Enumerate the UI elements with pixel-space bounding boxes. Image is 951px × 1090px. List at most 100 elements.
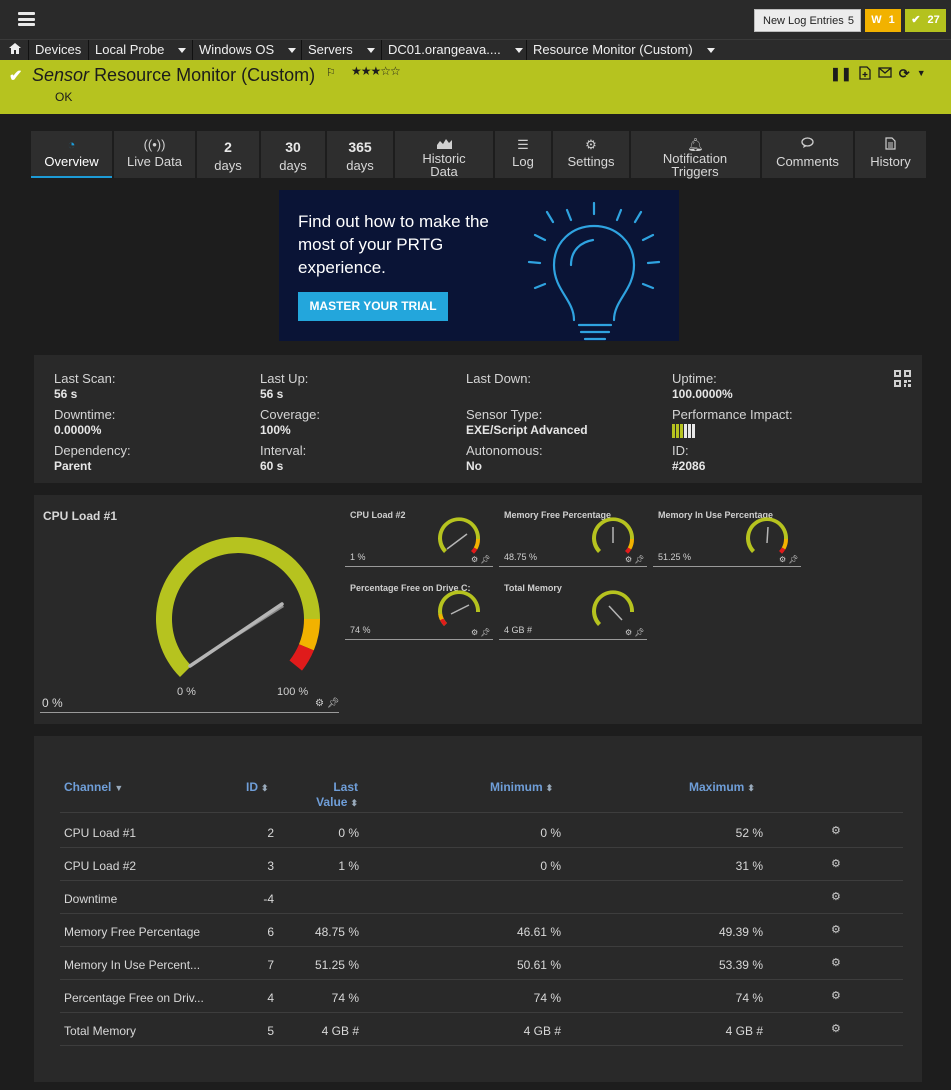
priority-stars[interactable]: ★★★☆☆ bbox=[351, 64, 401, 78]
tab-comments[interactable]: Comments bbox=[762, 131, 853, 178]
cell-channel[interactable]: Memory In Use Percent... bbox=[64, 958, 200, 972]
cell-channel[interactable]: CPU Load #2 bbox=[64, 859, 136, 873]
tab-label: History bbox=[870, 154, 911, 169]
add-to-report-icon[interactable] bbox=[859, 66, 871, 83]
header-label: Maximum bbox=[689, 780, 745, 794]
pause-icon[interactable]: ❚❚ bbox=[830, 66, 852, 83]
cell-channel[interactable]: Percentage Free on Driv... bbox=[64, 991, 204, 1005]
cell-last-value: 4 GB # bbox=[321, 1024, 359, 1038]
cell-channel[interactable]: Downtime bbox=[64, 892, 117, 906]
cell-maximum: 53.39 % bbox=[718, 958, 763, 972]
gear-icon[interactable]: ⚙ bbox=[471, 555, 478, 564]
tab-notification-triggers[interactable]: 🔔︎ Notification Triggers bbox=[631, 131, 760, 178]
column-header-maximum[interactable]: Maximum ⬍ bbox=[689, 780, 755, 794]
big-gauge-max: 100 % bbox=[277, 686, 309, 698]
cell-channel[interactable]: CPU Load #1 bbox=[64, 826, 136, 840]
pin-icon[interactable]: 📌︎ bbox=[480, 628, 490, 637]
autonomous-label: Autonomous: bbox=[466, 443, 543, 458]
tab-overview[interactable]: ◔ Overview bbox=[31, 131, 112, 178]
column-header-id[interactable]: ID ⬍ bbox=[246, 780, 269, 794]
chevron-down-icon[interactable] bbox=[288, 48, 297, 54]
chevron-down-icon[interactable] bbox=[178, 48, 187, 54]
cell-channel[interactable]: Total Memory bbox=[64, 1024, 136, 1038]
coverage-value: 100% bbox=[260, 423, 291, 437]
column-header-channel[interactable]: Channel ▼ bbox=[64, 780, 123, 794]
sensor-type: Sensor Type: EXE/Script Advanced bbox=[466, 407, 588, 437]
pin-icon[interactable]: 📌︎ bbox=[480, 555, 490, 564]
breadcrumb-device[interactable]: DC01.orangeava.... bbox=[382, 40, 527, 60]
gauge-dial bbox=[592, 590, 635, 626]
pin-icon[interactable]: 📌︎ bbox=[327, 698, 340, 709]
tab-history[interactable]: History bbox=[855, 131, 926, 178]
pin-icon[interactable]: 📌︎ bbox=[788, 555, 798, 564]
breadcrumb-local-probe[interactable]: Local Probe bbox=[89, 40, 193, 60]
gauge-value: 74 % bbox=[350, 625, 371, 635]
warning-count-button[interactable]: W 1 bbox=[865, 9, 901, 32]
last-up-label: Last Up: bbox=[260, 371, 309, 386]
cpu-load-2-gauge: CPU Load #2 1 % ⚙ 📌︎ bbox=[345, 495, 493, 567]
tab-label: Overview bbox=[44, 154, 99, 169]
channel-settings-icon[interactable]: ⚙ bbox=[831, 1022, 841, 1035]
chevron-down-icon[interactable] bbox=[366, 48, 375, 54]
channel-settings-icon[interactable]: ⚙ bbox=[831, 989, 841, 1002]
gauge-value: 4 GB # bbox=[504, 625, 533, 635]
gauge-tools: ⚙ 📌︎ bbox=[471, 628, 491, 637]
dependency-value[interactable]: Parent bbox=[54, 459, 131, 473]
pin-icon[interactable]: 📌︎ bbox=[634, 628, 644, 637]
chevron-down-icon[interactable] bbox=[706, 48, 715, 54]
cell-maximum: 31 % bbox=[735, 859, 763, 873]
cell-last-value: 0 % bbox=[338, 826, 359, 840]
new-log-entries-button[interactable]: New Log Entries 5 bbox=[754, 9, 861, 32]
id-value: #2086 bbox=[672, 459, 706, 473]
cell-id: 6 bbox=[267, 925, 274, 939]
cell-minimum: 74 % bbox=[533, 991, 561, 1005]
gear-icon[interactable]: ⚙ bbox=[625, 628, 632, 637]
tab-365-days[interactable]: 365 days bbox=[327, 131, 393, 178]
gear-icon[interactable]: ⚙ bbox=[779, 555, 786, 564]
breadcrumb-sensor[interactable]: Resource Monitor (Custom) bbox=[527, 40, 720, 60]
channel-settings-icon[interactable]: ⚙ bbox=[831, 956, 841, 969]
gear-icon[interactable]: ⚙ bbox=[625, 555, 632, 564]
breadcrumb-devices[interactable]: Devices bbox=[29, 40, 89, 60]
chevron-down-icon[interactable]: ▼ bbox=[917, 68, 926, 83]
banner-text: Find out how to make the most of your PR… bbox=[298, 212, 489, 277]
gear-icon[interactable]: ⚙ bbox=[315, 698, 324, 709]
lightbulb-icon bbox=[527, 201, 661, 341]
breadcrumb-servers[interactable]: Servers bbox=[302, 40, 382, 60]
channel-settings-icon[interactable]: ⚙ bbox=[831, 857, 841, 870]
flag-icon[interactable]: ⚐ bbox=[326, 66, 336, 79]
qr-code-icon[interactable] bbox=[894, 370, 911, 387]
tab-2-days[interactable]: 2 days bbox=[197, 131, 259, 178]
pin-icon[interactable]: 📌︎ bbox=[634, 555, 644, 564]
tab-historic-data[interactable]: Historic Data bbox=[395, 131, 493, 178]
gauges-panel: CPU Load #1 0 % 100 % 0 % ⚙ 📌︎ CPU Load … bbox=[34, 495, 922, 724]
cell-channel[interactable]: Memory Free Percentage bbox=[64, 925, 200, 939]
channel-settings-icon[interactable]: ⚙ bbox=[831, 923, 841, 936]
master-your-trial-button[interactable]: MASTER YOUR TRIAL bbox=[298, 292, 448, 321]
refresh-icon[interactable]: ⟳ bbox=[899, 66, 910, 83]
gauge-title: CPU Load #2 bbox=[350, 510, 406, 520]
breadcrumb-windows-os[interactable]: Windows OS bbox=[193, 40, 302, 60]
tab-live-data[interactable]: ((•)) Live Data bbox=[114, 131, 195, 178]
gauge-divider bbox=[40, 712, 339, 713]
tab-settings[interactable]: ⚙ Settings bbox=[553, 131, 629, 178]
gauge-tools: ⚙ 📌︎ bbox=[315, 698, 339, 709]
column-header-last-value[interactable]: Last Value ⬍ bbox=[310, 780, 358, 811]
menu-icon[interactable] bbox=[18, 12, 35, 26]
live-data-icon: ((•)) bbox=[143, 137, 166, 152]
channel-settings-icon[interactable]: ⚙ bbox=[831, 890, 841, 903]
tab-label: days bbox=[279, 158, 307, 173]
gauge-dial bbox=[746, 517, 789, 554]
column-header-minimum[interactable]: Minimum ⬍ bbox=[490, 780, 553, 794]
ok-count-button[interactable]: ✔ 27 bbox=[905, 9, 946, 32]
promo-banner[interactable]: Find out how to make the most of your PR… bbox=[279, 190, 679, 341]
tab-log[interactable]: ☰ Log bbox=[495, 131, 551, 178]
channel-settings-icon[interactable]: ⚙ bbox=[831, 824, 841, 837]
home-icon[interactable] bbox=[0, 40, 29, 60]
email-icon[interactable] bbox=[878, 66, 892, 83]
chevron-down-icon[interactable] bbox=[514, 48, 523, 54]
tab-30-days[interactable]: 30 days bbox=[261, 131, 325, 178]
gear-icon[interactable]: ⚙ bbox=[471, 628, 478, 637]
cpu-load-1-gauge bbox=[156, 537, 321, 677]
gauge-value: 48.75 % bbox=[504, 552, 538, 562]
